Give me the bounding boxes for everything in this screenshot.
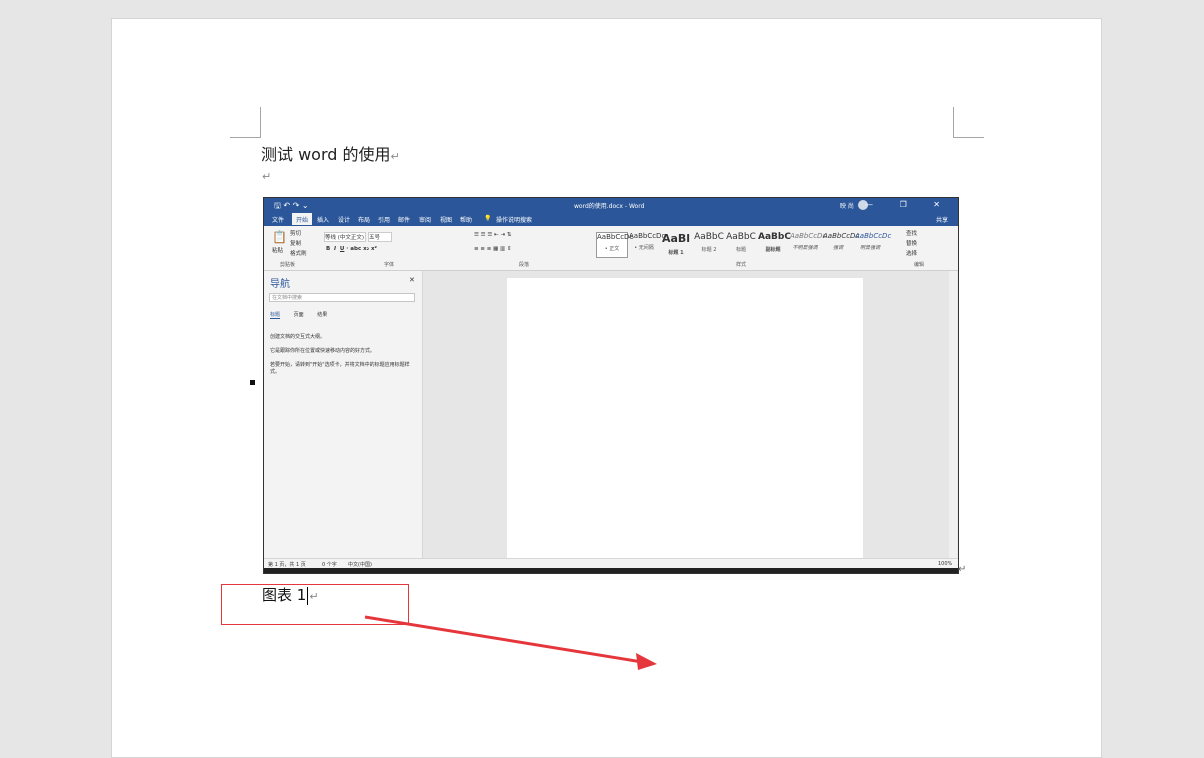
annotation-arrow (364, 615, 657, 670)
